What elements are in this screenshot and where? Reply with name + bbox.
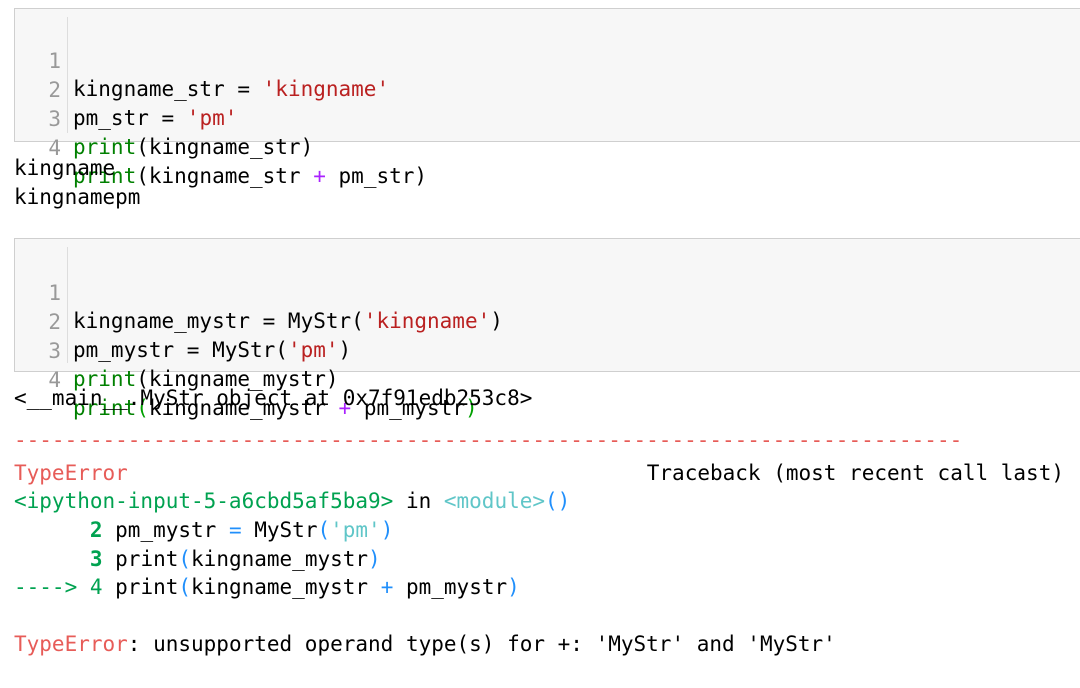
code-line: 2 pm_str = 'pm' — [15, 48, 1080, 130]
traceback-code-line-current: ----> 4 print(kingname_mystr + pm_mystr) — [14, 575, 520, 599]
traceback-code-line: 2 pm_mystr = MyStr('pm') — [89, 518, 394, 542]
traceback-separator: ----------------------------------------… — [14, 428, 963, 452]
output-line: kingnamepm — [14, 185, 141, 209]
code-line: 1 kingname_mystr = MyStr('kingname') — [15, 251, 1080, 333]
code-line: 4 print(kingname_str + pm_str) — [15, 106, 1080, 188]
code-line: 4 print(kingname_mystr + pm_mystr) — [15, 338, 1080, 420]
traceback-code-line: 3 print(kingname_mystr) — [89, 547, 381, 571]
code-cell-1[interactable]: 1 kingname_str = 'kingname' 2 pm_str = '… — [14, 8, 1080, 188]
traceback-location: <ipython-input-5-a6cbd5af5ba9> in <modul… — [14, 489, 571, 513]
output-line: kingname — [14, 156, 116, 180]
code-cell-2[interactable]: 1 kingname_mystr = MyStr('kingname') 2 p… — [14, 238, 1080, 420]
code-line: 3 print(kingname_str) — [15, 77, 1080, 159]
code-line: 1 kingname_str = 'kingname' — [15, 19, 1080, 101]
error-name: TypeError — [14, 461, 128, 485]
code-line: 3 print(kingname_mystr) — [15, 309, 1080, 391]
output-object-line: <__main__.MyStr object at 0x7f91edb253c8… — [14, 386, 533, 410]
final-error-line: TypeError: unsupported operand type(s) f… — [14, 632, 836, 656]
traceback-label: Traceback (most recent call last) — [646, 461, 1064, 485]
code-line: 2 pm_mystr = MyStr('pm') — [15, 280, 1080, 362]
